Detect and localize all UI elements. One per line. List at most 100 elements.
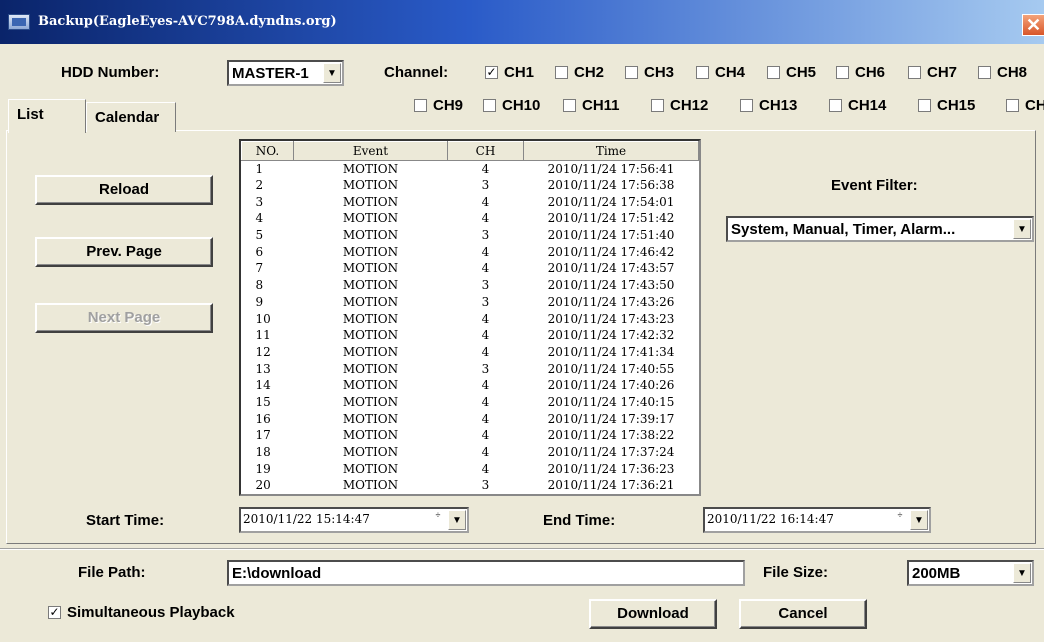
check-icon[interactable]: ✓ xyxy=(48,606,61,619)
table-row[interactable]: 17 MOTION 4 2010/11/24 17:38:22 xyxy=(242,428,699,445)
table-row[interactable]: 12 MOTION 4 2010/11/24 17:41:34 xyxy=(242,344,699,361)
cell-no: 7 xyxy=(255,261,264,276)
table-row[interactable]: 4 MOTION 4 2010/11/24 17:51:42 xyxy=(242,211,699,228)
table-row[interactable]: 18 MOTION 4 2010/11/24 17:37:24 xyxy=(242,444,699,461)
file-size-label: File Size: xyxy=(763,564,829,581)
tab-calendar[interactable]: Calendar xyxy=(86,102,176,132)
channel-label-ch10: CH10 xyxy=(502,97,541,114)
event-filter-label: Event Filter: xyxy=(831,177,918,194)
channel-checkbox-ch9[interactable]: CH9 xyxy=(414,97,463,114)
channel-checkbox-ch3[interactable]: CH3 xyxy=(625,64,674,81)
cell-ch: 3 xyxy=(481,361,490,376)
checkbox-empty-icon[interactable] xyxy=(978,66,991,79)
table-row[interactable]: 19 MOTION 4 2010/11/24 17:36:23 xyxy=(242,461,699,478)
col-time[interactable]: Time xyxy=(523,141,699,161)
prev-page-button[interactable]: Prev. Page xyxy=(35,237,213,267)
table-row[interactable]: 16 MOTION 4 2010/11/24 17:39:17 xyxy=(242,411,699,428)
checkbox-empty-icon[interactable] xyxy=(483,99,496,112)
spin-icon[interactable]: ÷ xyxy=(429,511,447,529)
channel-checkbox-ch15[interactable]: CH15 xyxy=(918,97,975,114)
cell-ch: 4 xyxy=(481,328,490,343)
checkbox-empty-icon[interactable] xyxy=(696,66,709,79)
checkbox-empty-icon[interactable] xyxy=(651,99,664,112)
checkbox-empty-icon[interactable] xyxy=(1006,99,1019,112)
table-row[interactable]: 6 MOTION 4 2010/11/24 17:46:42 xyxy=(242,244,699,261)
tab-list[interactable]: List xyxy=(8,99,86,133)
chevron-down-icon[interactable]: ▼ xyxy=(910,510,928,530)
channel-checkbox-ch13[interactable]: CH13 xyxy=(740,97,797,114)
channel-label-ch4: CH4 xyxy=(715,64,746,81)
cell-time: 2010/11/24 17:46:42 xyxy=(547,244,675,259)
chevron-down-icon[interactable]: ▼ xyxy=(1013,219,1031,239)
file-path-input[interactable]: E:\download xyxy=(227,560,745,586)
col-ch[interactable]: CH xyxy=(447,141,524,161)
cell-time: 2010/11/24 17:36:23 xyxy=(547,461,675,476)
hdd-number-select[interactable]: MASTER-1 ▼ xyxy=(227,60,344,86)
file-size-select[interactable]: 200MB ▼ xyxy=(907,560,1034,586)
channel-checkbox-ch7[interactable]: CH7 xyxy=(908,64,957,81)
table-row[interactable]: 5 MOTION 3 2010/11/24 17:51:40 xyxy=(242,227,699,244)
cell-ch: 4 xyxy=(481,261,490,276)
start-time-picker[interactable]: 2010/11/22 15:14:47 ÷ ▼ xyxy=(239,507,469,533)
start-time-label: Start Time: xyxy=(86,512,165,529)
table-row[interactable]: 11 MOTION 4 2010/11/24 17:42:32 xyxy=(242,327,699,344)
checkbox-empty-icon[interactable] xyxy=(414,99,427,112)
download-button[interactable]: Download xyxy=(589,599,717,629)
cell-no: 18 xyxy=(255,445,271,460)
checkbox-empty-icon[interactable] xyxy=(555,66,568,79)
cancel-button[interactable]: Cancel xyxy=(739,599,867,629)
chevron-down-icon[interactable]: ▼ xyxy=(448,510,466,530)
channel-checkbox-ch10[interactable]: CH10 xyxy=(483,97,540,114)
simultaneous-playback-checkbox[interactable]: ✓ Simultaneous Playback xyxy=(48,604,235,621)
checkbox-empty-icon[interactable] xyxy=(563,99,576,112)
channel-label-ch14: CH14 xyxy=(848,97,887,114)
close-button[interactable]: ✕ xyxy=(1022,14,1044,36)
table-row[interactable]: 9 MOTION 3 2010/11/24 17:43:26 xyxy=(242,294,699,311)
app-icon xyxy=(8,14,30,30)
end-time-picker[interactable]: 2010/11/22 16:14:47 ÷ ▼ xyxy=(703,507,931,533)
next-page-button[interactable]: Next Page xyxy=(35,303,213,333)
table-row[interactable]: 7 MOTION 4 2010/11/24 17:43:57 xyxy=(242,261,699,278)
channel-label-ch5: CH5 xyxy=(786,64,817,81)
reload-button[interactable]: Reload xyxy=(35,175,213,205)
check-icon[interactable]: ✓ xyxy=(485,66,498,79)
table-row[interactable]: 14 MOTION 4 2010/11/24 17:40:26 xyxy=(242,377,699,394)
channel-checkbox-ch14[interactable]: CH14 xyxy=(829,97,886,114)
checkbox-empty-icon[interactable] xyxy=(767,66,780,79)
table-row[interactable]: 1 MOTION 4 2010/11/24 17:56:41 xyxy=(242,161,699,178)
table-row[interactable]: 20 MOTION 3 2010/11/24 17:36:21 xyxy=(242,478,699,494)
event-list[interactable]: NO. Event CH Time 1 MOTION 4 2010/11/24 17:… xyxy=(239,139,701,496)
chevron-down-icon[interactable]: ▼ xyxy=(1013,563,1031,583)
channel-checkbox-ch12[interactable]: CH12 xyxy=(651,97,708,114)
spin-icon[interactable]: ÷ xyxy=(891,511,909,529)
table-row[interactable]: 13 MOTION 3 2010/11/24 17:40:55 xyxy=(242,361,699,378)
cell-ch: 4 xyxy=(481,461,490,476)
cell-no: 17 xyxy=(255,428,271,443)
col-event[interactable]: Event xyxy=(293,141,448,161)
channel-checkbox-ch6[interactable]: CH6 xyxy=(836,64,885,81)
table-row[interactable]: 15 MOTION 4 2010/11/24 17:40:15 xyxy=(242,394,699,411)
checkbox-empty-icon[interactable] xyxy=(625,66,638,79)
col-no[interactable]: NO. xyxy=(241,141,294,161)
cell-ch: 4 xyxy=(481,211,490,226)
channel-checkbox-ch2[interactable]: CH2 xyxy=(555,64,604,81)
event-filter-select[interactable]: System, Manual, Timer, Alarm... ▼ xyxy=(726,216,1034,242)
table-row[interactable]: 10 MOTION 4 2010/11/24 17:43:23 xyxy=(242,311,699,328)
channel-checkbox-ch8[interactable]: CH8 xyxy=(978,64,1027,81)
channel-checkbox-ch11[interactable]: CH11 xyxy=(563,97,620,114)
chevron-down-icon[interactable]: ▼ xyxy=(323,63,341,83)
cell-event: MOTION xyxy=(342,378,399,393)
table-row[interactable]: 8 MOTION 3 2010/11/24 17:43:50 xyxy=(242,277,699,294)
channel-checkbox-ch4[interactable]: CH4 xyxy=(696,64,745,81)
channel-checkbox-ch1[interactable]: ✓ CH1 xyxy=(485,64,534,81)
checkbox-empty-icon[interactable] xyxy=(740,99,753,112)
checkbox-empty-icon[interactable] xyxy=(836,66,849,79)
checkbox-empty-icon[interactable] xyxy=(829,99,842,112)
checkbox-empty-icon[interactable] xyxy=(908,66,921,79)
checkbox-empty-icon[interactable] xyxy=(918,99,931,112)
channel-checkbox-ch16[interactable]: CH16 xyxy=(1006,97,1044,114)
table-row[interactable]: 3 MOTION 4 2010/11/24 17:54:01 xyxy=(242,194,699,211)
channel-label-ch13: CH13 xyxy=(759,97,798,114)
table-row[interactable]: 2 MOTION 3 2010/11/24 17:56:38 xyxy=(242,177,699,194)
channel-checkbox-ch5[interactable]: CH5 xyxy=(767,64,816,81)
